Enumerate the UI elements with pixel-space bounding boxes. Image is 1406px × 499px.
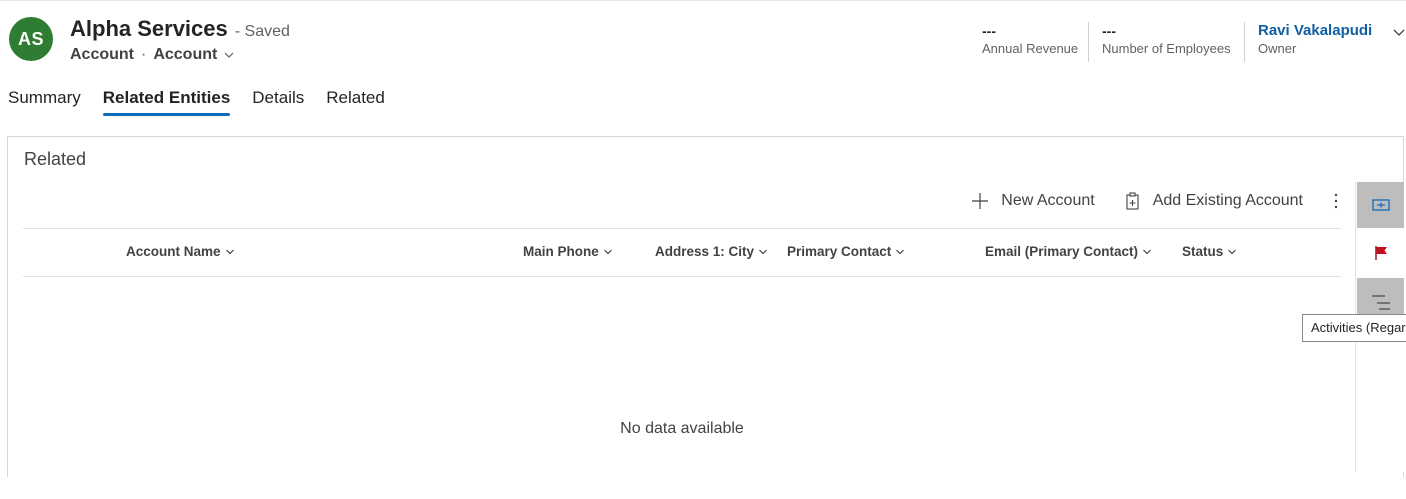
kpi-value: ---	[1102, 23, 1116, 39]
form-name: Account	[153, 46, 218, 63]
column-label: Account Name	[126, 244, 221, 259]
tab-related-entities[interactable]: Related Entities	[102, 88, 230, 116]
avatar: AS	[9, 17, 53, 61]
chevron-down-icon	[891, 247, 905, 257]
more-commands-button[interactable]	[1333, 192, 1339, 210]
grid-divider	[23, 276, 1341, 277]
activities-icon	[1371, 291, 1391, 311]
chevron-down-icon	[1392, 27, 1406, 44]
kpi-owner: Ravi Vakalapudi Owner	[1258, 22, 1372, 64]
subtitle-row: Account · Account	[70, 46, 235, 64]
tab-summary[interactable]: Summary	[8, 88, 81, 116]
rail-button-flag[interactable]	[1357, 230, 1404, 276]
more-vertical-icon	[1333, 192, 1339, 210]
empty-grid-message: No data available	[620, 420, 744, 437]
rail-tooltip: Activities (Regarding)	[1302, 314, 1406, 342]
kpi-number-of-employees: --- Number of Employees	[1102, 22, 1231, 64]
form-selector[interactable]: Account	[153, 46, 235, 64]
chevron-down-icon	[1223, 247, 1237, 257]
chevron-down-icon	[1138, 247, 1152, 257]
column-header-main-phone[interactable]: Main Phone	[523, 244, 613, 259]
owner-link[interactable]: Ravi Vakalapudi	[1258, 22, 1372, 40]
column-label: Primary Contact	[787, 244, 892, 259]
kpi-divider	[1244, 22, 1245, 62]
column-header-email-primary-contact[interactable]: Email (Primary Contact)	[985, 244, 1152, 259]
add-existing-account-label: Add Existing Account	[1152, 192, 1303, 209]
form-relationship-icon	[1371, 198, 1390, 212]
rail-button-form[interactable]	[1357, 182, 1404, 228]
clipboard-add-icon	[1125, 192, 1153, 210]
kpi-value: ---	[982, 23, 996, 39]
title-row: Alpha Services - Saved	[70, 16, 290, 42]
chevron-down-icon	[221, 247, 235, 257]
new-account-button[interactable]: New Account	[971, 192, 1095, 210]
entity-type: Account	[70, 46, 134, 63]
chevron-down-icon	[754, 247, 768, 257]
column-header-account-name[interactable]: Account Name	[126, 244, 235, 259]
column-header-status[interactable]: Status	[1182, 244, 1237, 259]
tab-details[interactable]: Details	[252, 88, 304, 116]
kpi-annual-revenue: --- Annual Revenue	[982, 22, 1078, 64]
plus-icon	[971, 192, 1001, 210]
kpi-label: Annual Revenue	[982, 41, 1079, 56]
record-title: Alpha Services	[70, 16, 228, 41]
subgrid-command-bar: New Account Add Existing Account	[941, 192, 1339, 210]
column-label: Status	[1182, 244, 1224, 259]
add-existing-account-button[interactable]: Add Existing Account	[1125, 192, 1303, 210]
kpi-label: Number of Employees	[1102, 41, 1231, 56]
expand-header-button[interactable]	[1392, 26, 1406, 45]
new-account-label: New Account	[1001, 192, 1095, 209]
section-title: Related	[24, 149, 87, 169]
kpi-label: Owner	[1258, 41, 1297, 56]
record-form-page: AS Alpha Services - Saved Account · Acco…	[0, 0, 1406, 499]
column-label: Address 1: City	[655, 244, 755, 259]
column-header-address-city[interactable]: Address 1: City	[655, 244, 768, 259]
related-section: Related New Account Add Existing Account	[7, 136, 1404, 477]
column-header-primary-contact[interactable]: Primary Contact	[787, 244, 905, 259]
tab-related[interactable]: Related	[326, 88, 385, 116]
form-tabs: Summary Related Entities Details Related	[8, 88, 407, 116]
saved-status: - Saved	[234, 23, 290, 40]
flag-icon	[1373, 245, 1389, 261]
column-label: Main Phone	[523, 244, 599, 259]
chevron-down-icon	[599, 247, 613, 257]
separator-dot: ·	[141, 46, 147, 63]
grid-divider	[23, 228, 1341, 229]
chevron-down-icon	[223, 49, 235, 61]
top-divider	[0, 0, 1406, 1]
kpi-divider	[1088, 22, 1089, 62]
column-label: Email (Primary Contact)	[985, 244, 1139, 259]
